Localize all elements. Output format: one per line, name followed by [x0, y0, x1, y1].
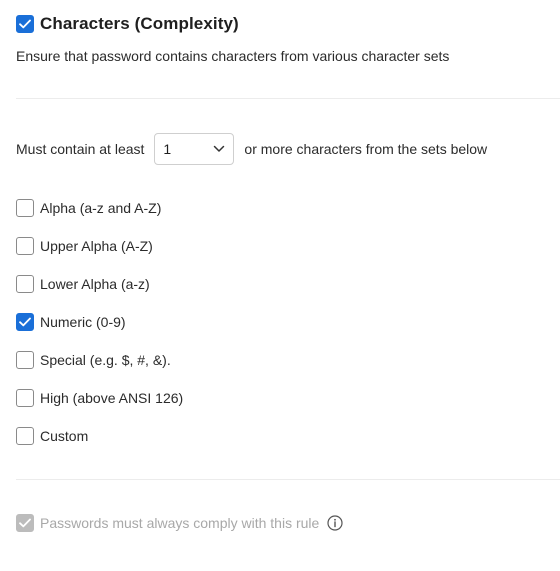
- upper-alpha-label: Upper Alpha (A-Z): [40, 238, 153, 254]
- numeric-checkbox[interactable]: [16, 313, 34, 331]
- special-label: Special (e.g. $, #, &).: [40, 352, 171, 368]
- checkmark-icon: [19, 317, 31, 327]
- checkmark-icon: [19, 19, 31, 29]
- list-item-high[interactable]: High (above ANSI 126): [16, 389, 183, 427]
- list-item-lower-alpha[interactable]: Lower Alpha (a-z): [16, 275, 183, 313]
- numeric-label: Numeric (0-9): [40, 314, 126, 330]
- high-label: High (above ANSI 126): [40, 390, 184, 406]
- must-contain-prefix: Must contain at least: [16, 141, 145, 157]
- comply-checkbox: [16, 514, 34, 532]
- special-checkbox[interactable]: [16, 351, 34, 369]
- custom-checkbox[interactable]: [16, 427, 34, 445]
- lower-alpha-label: Lower Alpha (a-z): [40, 276, 150, 292]
- section-header: Characters (Complexity): [16, 14, 239, 34]
- divider-bottom: [16, 479, 560, 480]
- info-icon[interactable]: [327, 515, 343, 531]
- list-item-upper-alpha[interactable]: Upper Alpha (A-Z): [16, 237, 183, 275]
- checkmark-icon: [19, 518, 31, 528]
- list-item-alpha[interactable]: Alpha (a-z and A-Z): [16, 199, 183, 237]
- custom-label: Custom: [40, 428, 89, 444]
- alpha-checkbox[interactable]: [16, 199, 34, 217]
- upper-alpha-checkbox[interactable]: [16, 237, 34, 255]
- section-title: Characters (Complexity): [40, 14, 239, 33]
- list-item-custom[interactable]: Custom: [16, 427, 183, 465]
- lower-alpha-checkbox[interactable]: [16, 275, 34, 293]
- comply-label: Passwords must always comply with this r…: [40, 515, 320, 531]
- list-item-special[interactable]: Special (e.g. $, #, &).: [16, 351, 183, 389]
- must-contain-row: Must contain at least 1 or more characte…: [16, 133, 487, 165]
- alpha-label: Alpha (a-z and A-Z): [40, 200, 162, 216]
- min-count-select[interactable]: 1: [154, 133, 235, 165]
- must-contain-suffix: or more characters from the sets below: [244, 141, 488, 157]
- divider-top: [16, 98, 560, 99]
- high-checkbox[interactable]: [16, 389, 34, 407]
- list-item-numeric[interactable]: Numeric (0-9): [16, 313, 183, 351]
- complexity-enable-checkbox[interactable]: [16, 15, 34, 33]
- min-count-value: 1: [163, 141, 172, 157]
- character-set-list: Alpha (a-z and A-Z) Upper Alpha (A-Z) Lo…: [16, 199, 183, 465]
- section-description: Ensure that password contains characters…: [16, 48, 450, 64]
- chevron-down-icon: [214, 145, 225, 152]
- comply-row: Passwords must always comply with this r…: [16, 514, 343, 532]
